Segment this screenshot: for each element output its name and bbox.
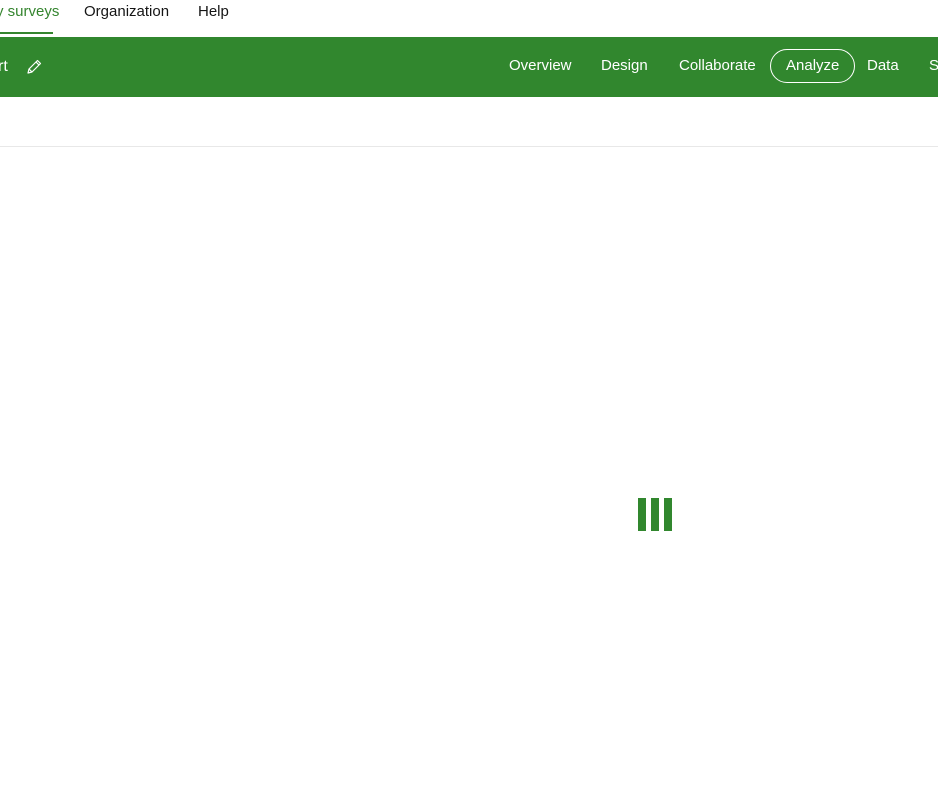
- tab-settings[interactable]: S: [929, 49, 938, 83]
- nav-my-surveys[interactable]: y surveys: [0, 3, 59, 21]
- active-nav-underline: [0, 32, 53, 34]
- loader-bar: [638, 498, 646, 531]
- loader-bar: [664, 498, 672, 531]
- tab-data[interactable]: Data: [867, 49, 899, 83]
- tab-design[interactable]: Design: [601, 49, 648, 83]
- app-page: y surveys Organization Help rt Overview …: [0, 0, 938, 812]
- tab-overview[interactable]: Overview: [509, 49, 572, 83]
- survey-header-bar: rt Overview Design Collaborate Analyze D…: [0, 37, 938, 97]
- nav-help[interactable]: Help: [198, 3, 229, 21]
- loading-bars-icon: [638, 498, 674, 532]
- top-navigation: y surveys Organization Help: [0, 0, 938, 37]
- nav-organization[interactable]: Organization: [84, 3, 169, 21]
- loader-bar: [651, 498, 659, 531]
- tab-collaborate[interactable]: Collaborate: [679, 49, 756, 83]
- tab-analyze[interactable]: Analyze: [770, 49, 856, 83]
- pencil-icon[interactable]: [25, 58, 43, 76]
- survey-title: rt: [0, 58, 8, 75]
- analyze-toolbar: [0, 97, 938, 147]
